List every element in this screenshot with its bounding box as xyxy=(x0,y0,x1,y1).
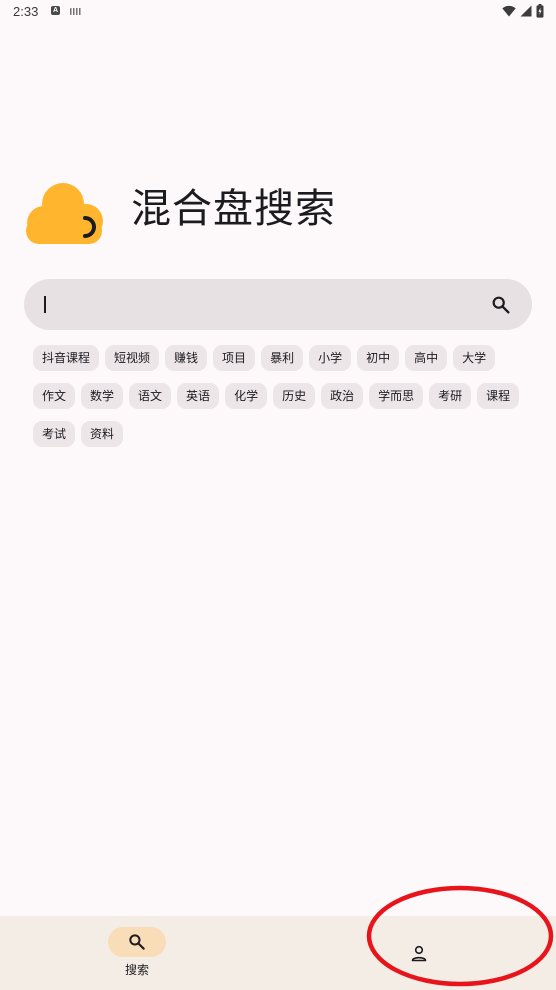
chip-keyword[interactable]: 考试 xyxy=(33,421,76,447)
nav-item-search[interactable]: 搜索 xyxy=(108,927,166,979)
chip-keyword[interactable]: 数学 xyxy=(81,383,124,409)
chip-keyword[interactable]: 历史 xyxy=(273,383,316,409)
chip-keyword[interactable]: 资料 xyxy=(81,421,124,447)
chip-keyword[interactable]: 作文 xyxy=(33,383,76,409)
chip-keyword[interactable]: 大学 xyxy=(453,345,496,371)
nav-item-profile[interactable] xyxy=(404,941,434,971)
signal-icon xyxy=(520,5,532,17)
person-icon xyxy=(411,945,427,962)
search-input[interactable] xyxy=(40,279,474,332)
status-time: 2:33 xyxy=(13,4,39,19)
chip-keyword[interactable]: 政治 xyxy=(321,383,364,409)
chip-keyword[interactable]: 课程 xyxy=(477,383,520,409)
text-cursor xyxy=(44,296,46,313)
nav-label-search: 搜索 xyxy=(124,963,149,977)
search-bar[interactable] xyxy=(24,279,532,332)
chip-keyword[interactable]: 抖音课程 xyxy=(33,345,100,371)
chip-keyword[interactable]: 英语 xyxy=(177,383,220,409)
search-icon xyxy=(129,934,145,950)
chip-keyword[interactable]: 赚钱 xyxy=(165,345,208,371)
keyword-chips: 抖音课程 短视频 赚钱 项目 暴利 小学 初中 高中 大学 作文 数学 语文 英… xyxy=(33,345,533,447)
chip-keyword[interactable]: 高中 xyxy=(405,345,448,371)
chip-keyword[interactable]: 项目 xyxy=(213,345,256,371)
search-icon[interactable] xyxy=(490,294,512,316)
status-right-icons xyxy=(502,4,544,18)
wifi-icon xyxy=(502,5,516,17)
chip-keyword[interactable]: 语文 xyxy=(129,383,172,409)
chip-keyword[interactable]: 短视频 xyxy=(105,345,160,371)
chip-keyword[interactable]: 化学 xyxy=(225,383,268,409)
keyboard-icon xyxy=(70,8,82,15)
chip-keyword[interactable]: 小学 xyxy=(309,345,352,371)
status-bar: 2:33 A xyxy=(0,0,556,24)
chip-keyword[interactable]: 考研 xyxy=(429,383,472,409)
chip-keyword[interactable]: 初中 xyxy=(357,345,400,371)
cloud-icon xyxy=(24,180,106,246)
bottom-nav: 搜索 xyxy=(0,916,556,990)
chip-keyword[interactable]: 暴利 xyxy=(261,345,304,371)
app-title: 混合盘搜索 xyxy=(131,186,336,232)
chip-keyword[interactable]: 学而思 xyxy=(369,383,424,409)
a-icon: A xyxy=(51,6,60,15)
battery-icon xyxy=(536,4,544,18)
